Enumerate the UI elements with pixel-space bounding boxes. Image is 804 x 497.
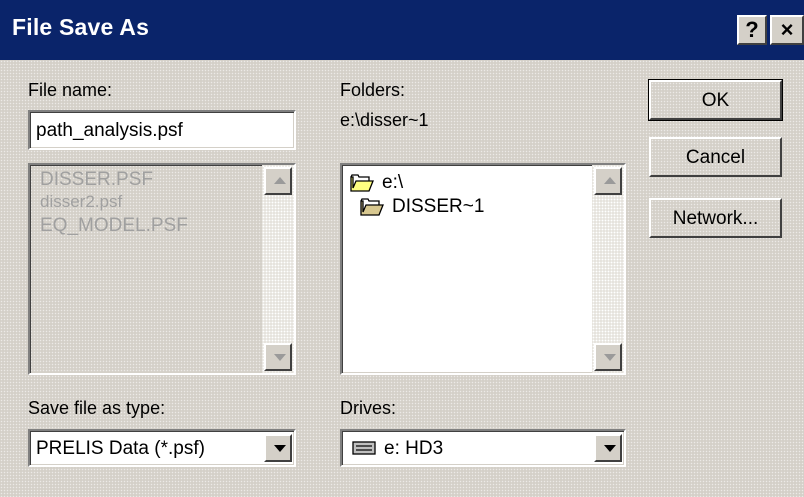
drives-dropdown-button[interactable] — [594, 434, 622, 462]
cancel-button-label: Cancel — [685, 147, 746, 168]
drives-label: Drives: — [340, 398, 397, 418]
title-bar: File Save As ? × — [0, 0, 804, 60]
open-folder-icon — [350, 174, 374, 192]
folders-label: Folders: — [340, 80, 406, 100]
folder-item[interactable]: DISSER~1 — [360, 195, 580, 221]
folder-list[interactable]: e:\ DISSER~1 — [340, 163, 626, 375]
open-folder-icon — [360, 198, 384, 216]
folder-item-label: DISSER~1 — [392, 196, 485, 217]
chevron-down-icon — [604, 445, 616, 452]
file-name-value: path_analysis.psf — [36, 120, 183, 141]
window-title: File Save As — [12, 14, 150, 40]
file-name-label: File name: — [28, 80, 113, 100]
arrow-down-icon — [604, 354, 616, 361]
list-item[interactable]: EQ_MODEL.PSF — [40, 215, 188, 237]
scroll-down-button[interactable] — [264, 343, 292, 371]
scroll-up-button[interactable] — [264, 167, 292, 195]
save-type-value: PRELIS Data (*.psf) — [36, 438, 205, 459]
save-type-select[interactable]: PRELIS Data (*.psf) — [28, 429, 296, 467]
chevron-down-icon — [274, 445, 286, 452]
cancel-button[interactable]: Cancel — [649, 137, 782, 177]
network-button[interactable]: Network... — [649, 198, 782, 238]
save-type-label: Save file as type: — [28, 398, 166, 418]
file-list-scrollbar[interactable] — [262, 165, 294, 373]
arrow-down-icon — [274, 354, 286, 361]
folder-item[interactable]: e:\ — [350, 171, 550, 197]
list-item[interactable]: disser2.psf — [40, 192, 122, 212]
folder-item-label: e:\ — [382, 172, 404, 193]
save-type-dropdown-button[interactable] — [264, 434, 292, 462]
close-button[interactable]: × — [770, 15, 804, 45]
file-list[interactable]: DISSER.PSF disser2.psf EQ_MODEL.PSF — [28, 163, 296, 375]
drives-value: e: HD3 — [384, 438, 444, 459]
scroll-down-button[interactable] — [594, 343, 622, 371]
ok-button[interactable]: OK — [648, 79, 783, 121]
hard-drive-icon — [352, 441, 376, 455]
network-button-label: Network... — [672, 208, 759, 229]
arrow-up-icon — [604, 177, 616, 184]
ok-button-label: OK — [701, 90, 730, 111]
file-name-input[interactable]: path_analysis.psf — [28, 110, 296, 150]
close-icon: × — [780, 17, 794, 42]
list-item[interactable]: DISSER.PSF — [40, 169, 153, 191]
help-icon: ? — [745, 17, 759, 42]
current-folder-path: e:\disser~1 — [340, 110, 429, 130]
help-button[interactable]: ? — [737, 15, 767, 45]
drives-select[interactable]: e: HD3 — [340, 429, 626, 467]
scroll-up-button[interactable] — [594, 167, 622, 195]
folder-list-scrollbar[interactable] — [592, 165, 624, 373]
arrow-up-icon — [274, 177, 286, 184]
